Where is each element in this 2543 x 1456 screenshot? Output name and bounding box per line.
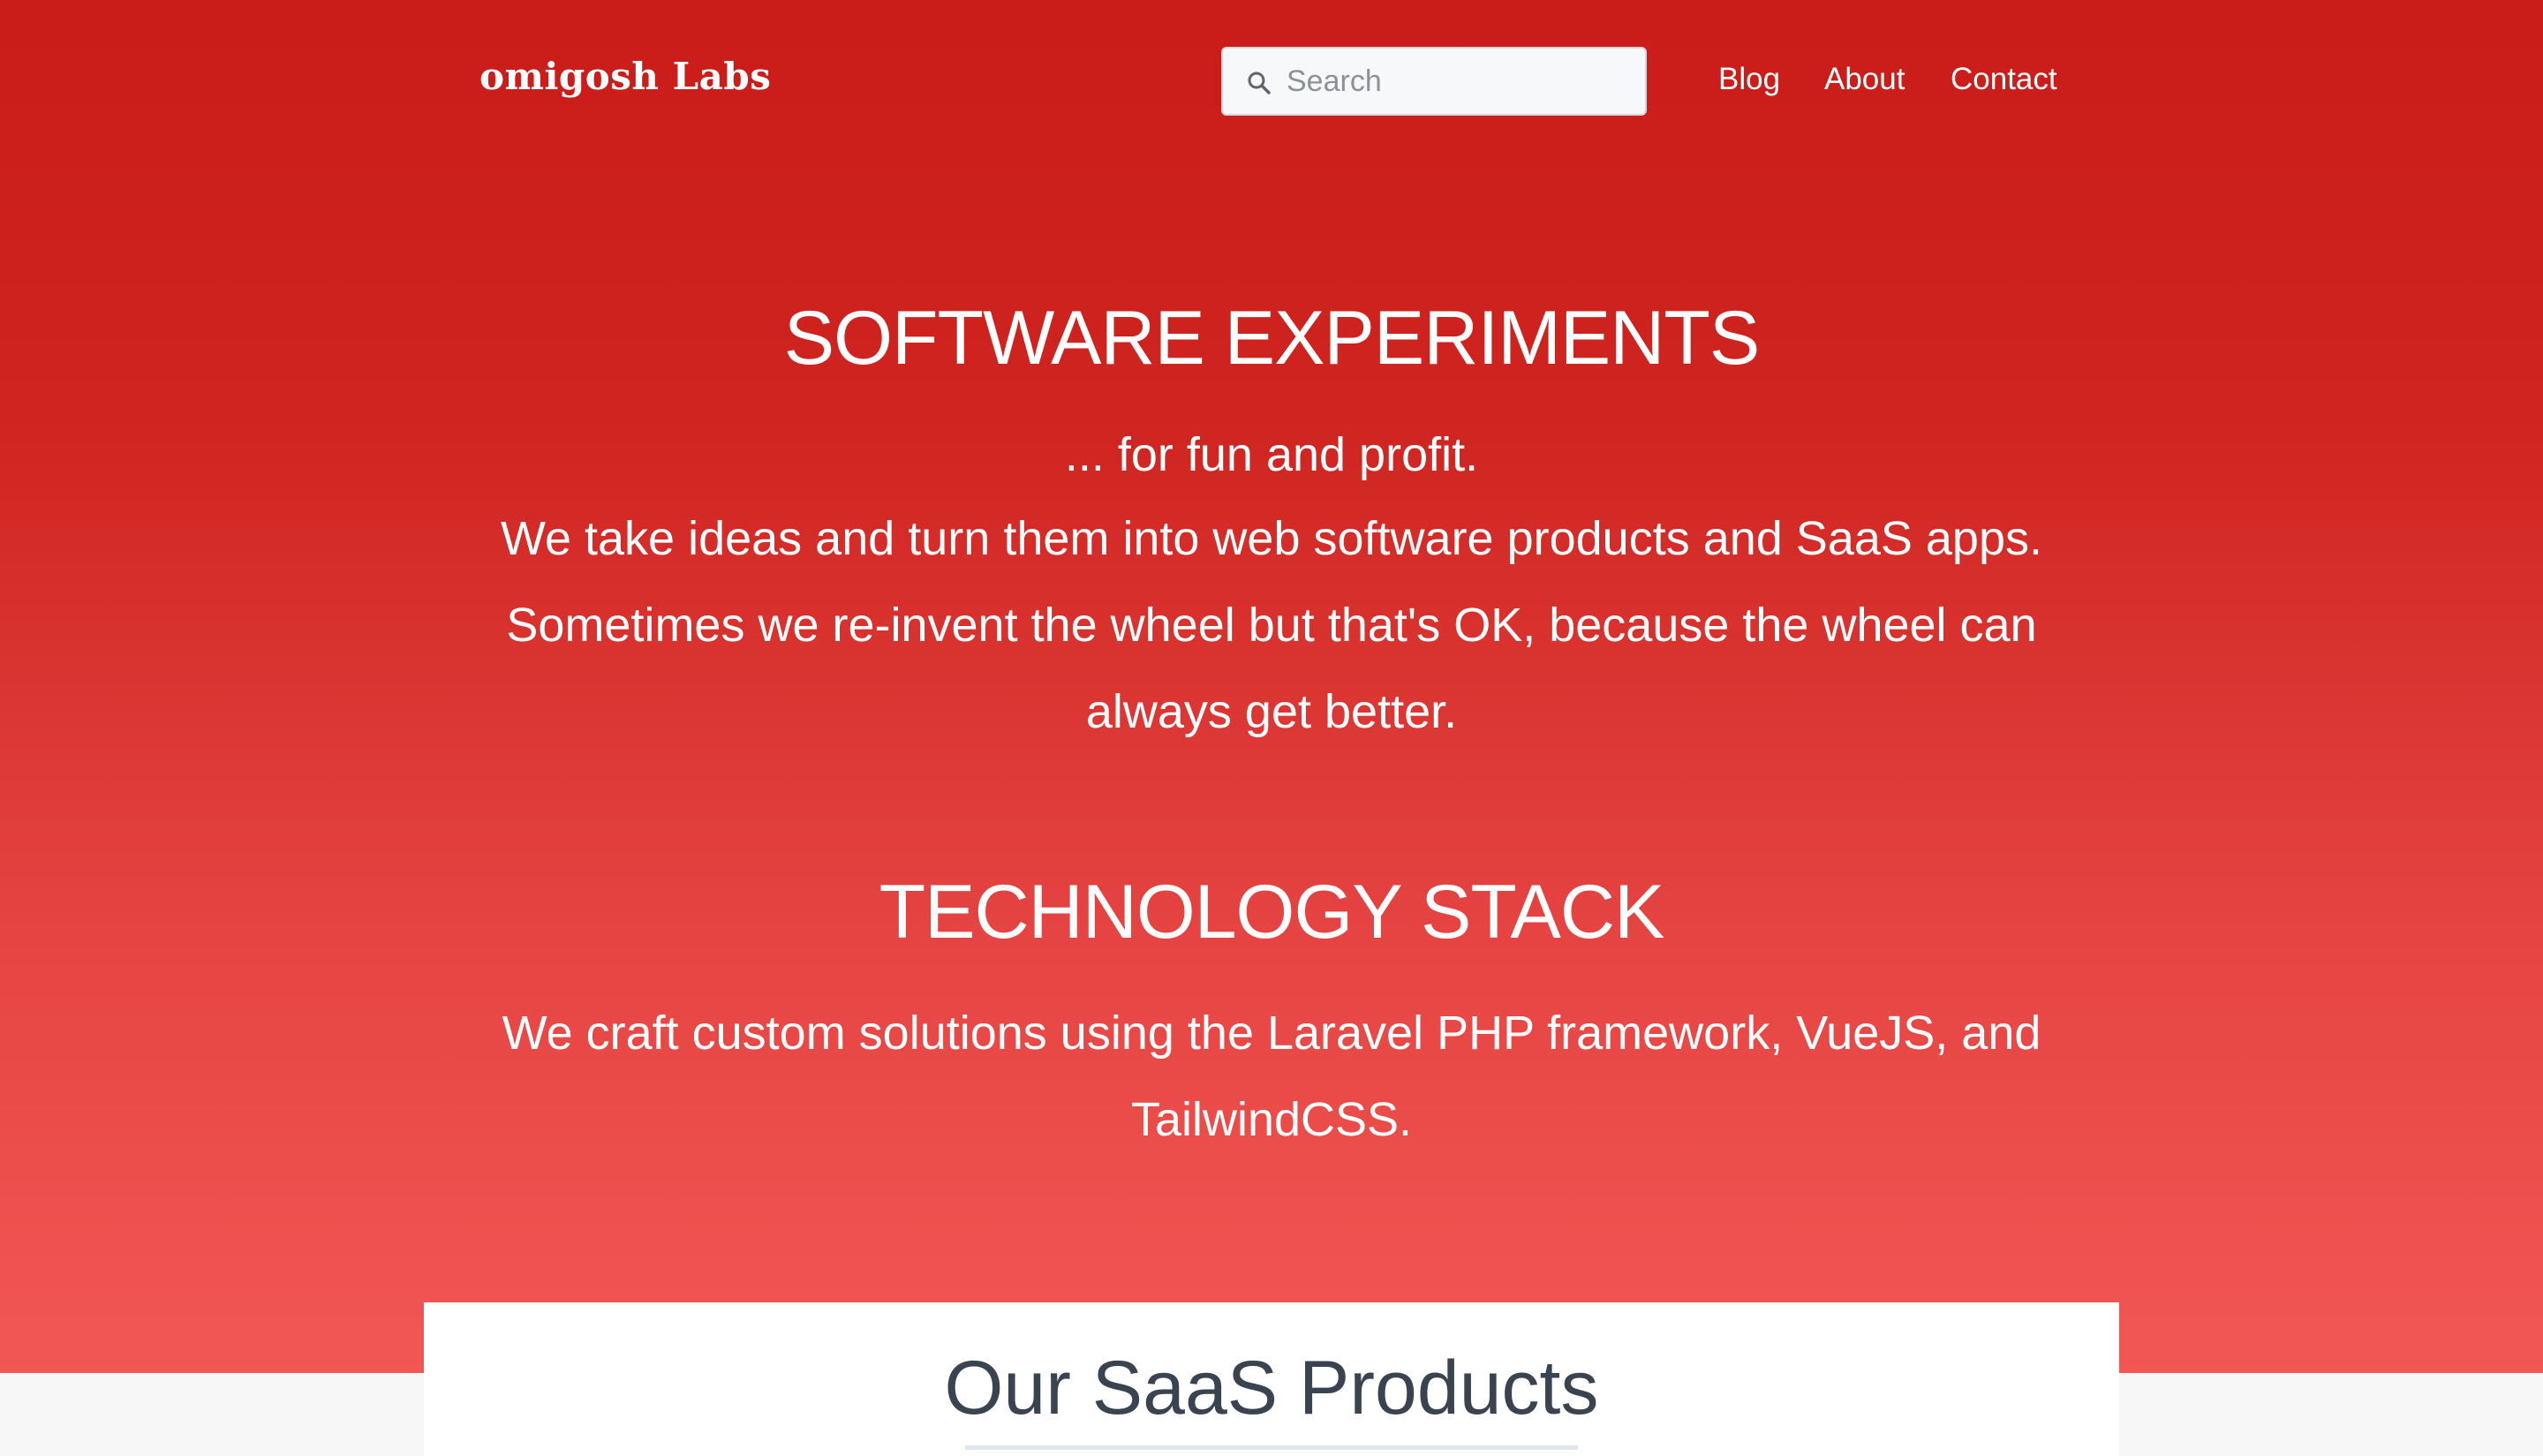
experiments-title: SOFTWARE EXPERIMENTS [783,296,1760,381]
experiments-description: We take ideas and turn them into web sof… [500,512,2043,738]
brand-logo[interactable]: omigosh Labs [479,55,771,98]
products-title-underline [965,1445,1578,1450]
search-input[interactable] [1287,49,1631,114]
nav-link-contact[interactable]: Contact [1951,62,2057,97]
top-navbar: omigosh Labs Blog About Contact [0,0,2543,164]
stack-title: TECHNOLOGY STACK [879,870,1665,954]
hero-section: omigosh Labs Blog About Contact SOFTWARE… [0,0,2543,1373]
nav-link-about[interactable]: About [1824,62,1905,97]
experiments-tagline: ... for fun and profit. [1064,428,1479,481]
stack-description: We craft custom solutions using the Lara… [502,1007,2041,1146]
search-box[interactable] [1221,47,1647,116]
nav-link-blog[interactable]: Blog [1718,62,1780,97]
search-icon [1248,72,1271,94]
products-title: Our SaaS Products [944,1346,1599,1430]
products-card: Our SaaS Products [424,1302,2119,1456]
